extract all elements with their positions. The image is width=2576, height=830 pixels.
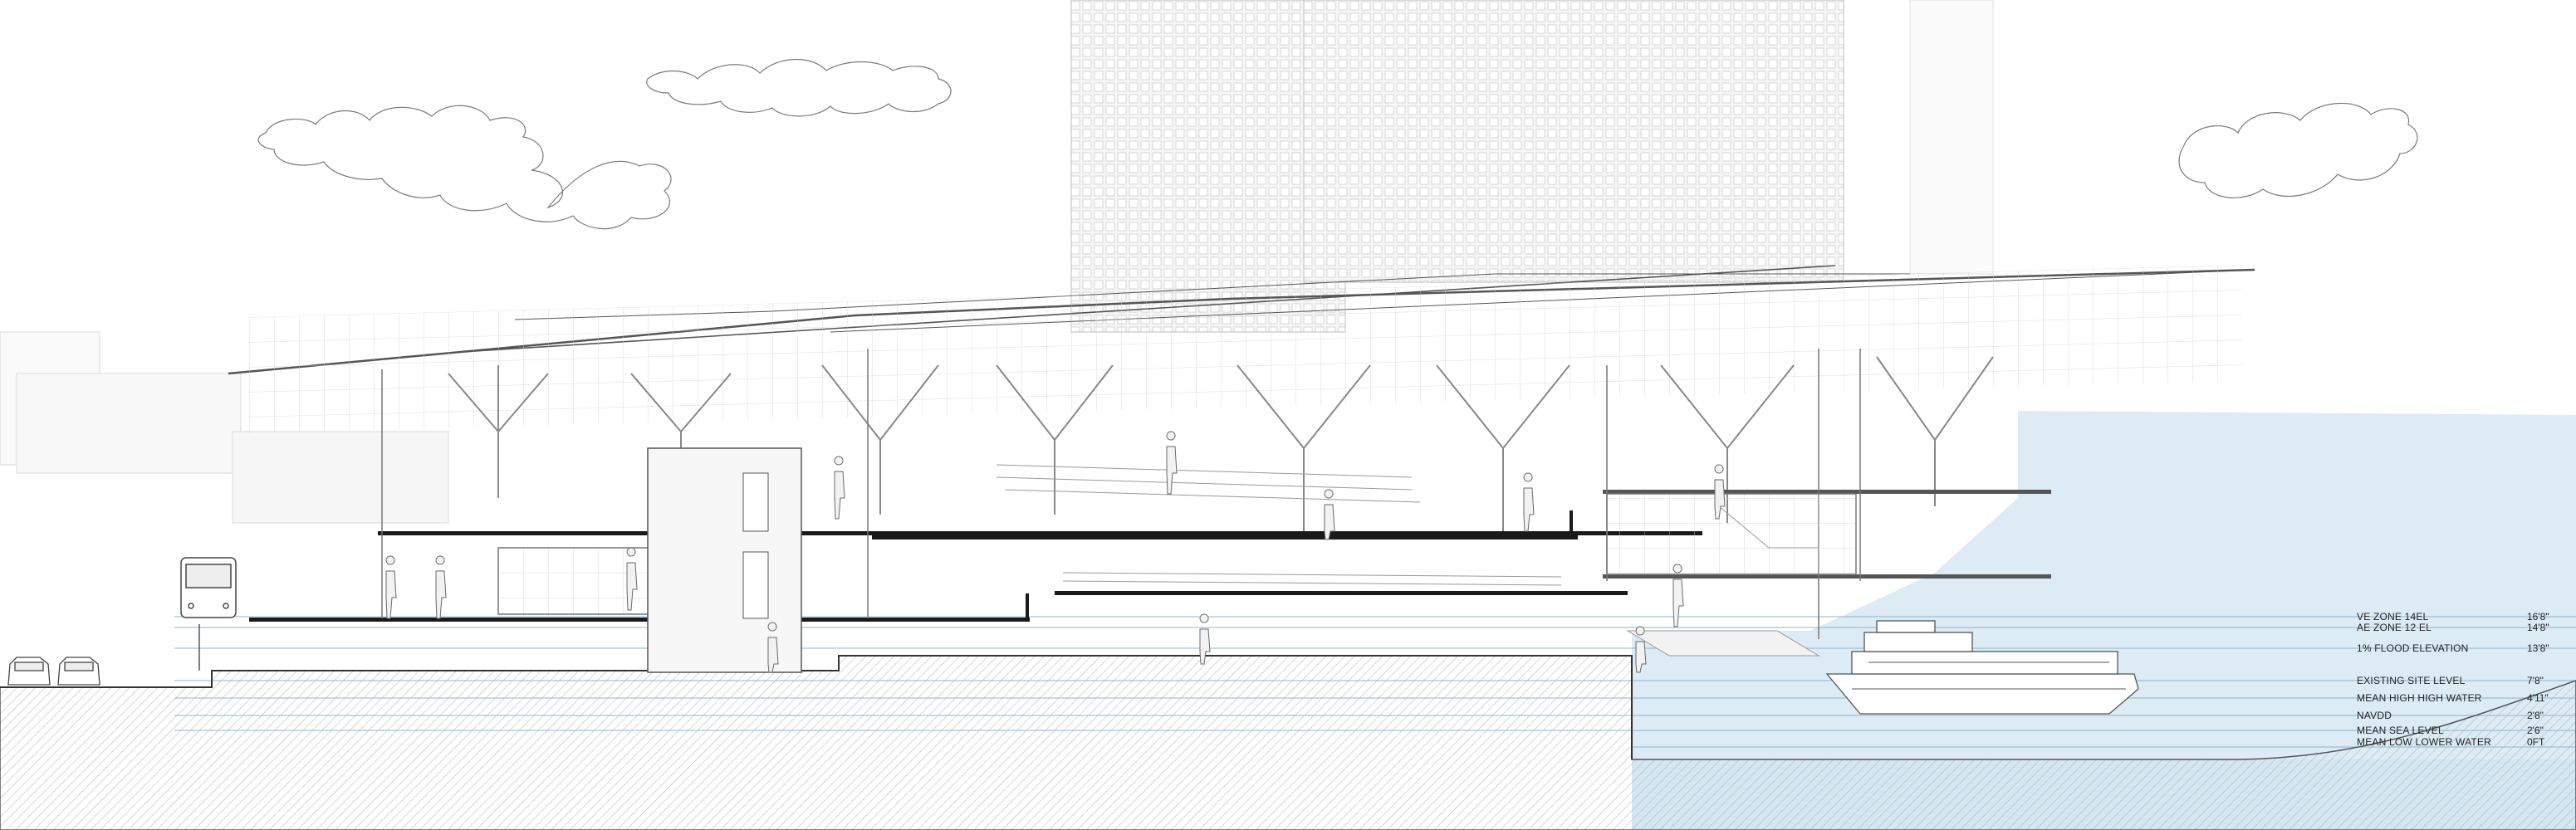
elevation-label-mllw: MEAN LOW LOWER WATER xyxy=(2357,736,2492,748)
elevation-label-ve-zone: VE ZONE 14EL xyxy=(2357,611,2429,622)
elevation-value-existing-site: 7'8" xyxy=(2527,675,2544,686)
elevation-label-mhhw: MEAN HIGH HIGH WATER xyxy=(2357,692,2482,704)
car-icon xyxy=(7,657,51,686)
cloud-icon xyxy=(646,58,952,117)
elevation-label-navdd: NAVDD xyxy=(2357,710,2392,721)
bus-icon xyxy=(180,557,237,671)
elevation-value-ve-zone: 16'8" xyxy=(2527,611,2549,622)
elevation-label-ae-zone: AE ZONE 12 EL xyxy=(2357,622,2432,633)
elevation-label-flood: 1% FLOOD ELEVATION xyxy=(2357,642,2469,654)
section-drawing-svg xyxy=(0,0,2576,830)
elevation-value-mhhw: 4'11" xyxy=(2527,692,2549,704)
elevation-value-flood: 13'8" xyxy=(2527,642,2549,654)
elevation-value-ae-zone: 14'8" xyxy=(2527,622,2549,633)
elevation-label-existing-site: EXISTING SITE LEVEL xyxy=(2357,675,2466,686)
elevation-value-navdd: 2'8" xyxy=(2527,710,2544,721)
cloud-icon xyxy=(257,105,672,230)
elevation-value-mllw: 0FT xyxy=(2527,736,2545,748)
car-icon xyxy=(57,657,100,686)
circulation-core xyxy=(647,447,802,673)
cloud-icon xyxy=(2178,102,2418,198)
section-drawing: VE ZONE 14EL AE ZONE 12 EL 1% FLOOD ELEV… xyxy=(0,0,2576,830)
elevation-label-msl: MEAN SEA LEVEL xyxy=(2357,725,2444,736)
elevation-value-msl: 2'6" xyxy=(2527,725,2544,736)
